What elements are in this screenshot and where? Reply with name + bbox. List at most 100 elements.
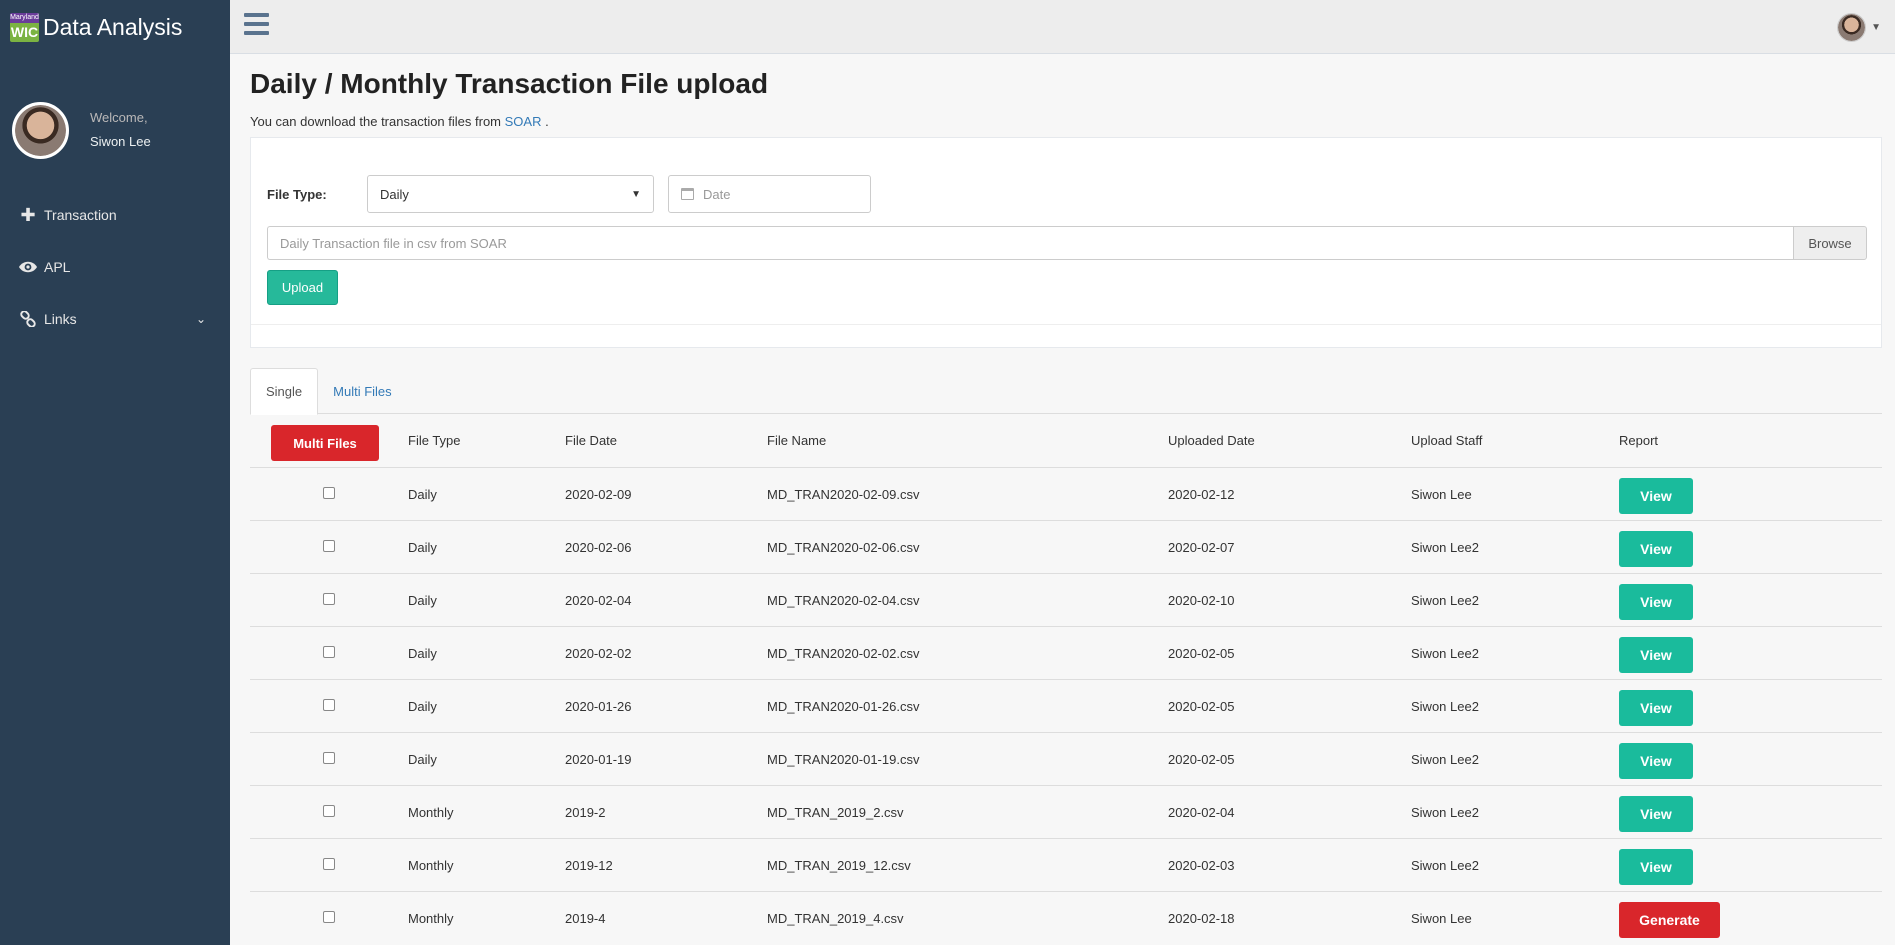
cell-file-name: MD_TRAN2020-02-04.csv bbox=[767, 572, 1168, 626]
cell-file-date: 2020-02-09 bbox=[565, 466, 767, 520]
table-row: Daily 2020-02-06 MD_TRAN2020-02-06.csv 2020… bbox=[250, 519, 1882, 573]
panel-divider bbox=[251, 324, 1881, 325]
welcome-text: Welcome, bbox=[90, 110, 148, 125]
sidebar: Maryland WIC Data Analysis Welcome, Siwo… bbox=[0, 0, 230, 945]
tab-bar: Single Multi Files bbox=[250, 368, 1882, 415]
wic-logo: Maryland WIC bbox=[10, 12, 39, 42]
file-type-select[interactable]: Daily ▼ bbox=[367, 175, 654, 213]
cell-upload-staff: Siwon Lee2 bbox=[1411, 625, 1619, 679]
browse-button[interactable]: Browse bbox=[1793, 226, 1867, 260]
cell-file-date: 2020-01-19 bbox=[565, 731, 767, 785]
cell-upload-staff: Siwon Lee2 bbox=[1411, 731, 1619, 785]
view-button[interactable]: View bbox=[1619, 530, 1693, 567]
cell-file-name: MD_TRAN2020-01-26.csv bbox=[767, 678, 1168, 732]
cell-file-type: Monthly bbox=[408, 890, 565, 944]
view-button[interactable]: View bbox=[1619, 795, 1693, 832]
menu-toggle-icon[interactable] bbox=[244, 13, 269, 37]
cell-upload-staff: Siwon Lee2 bbox=[1411, 678, 1619, 732]
row-checkbox[interactable] bbox=[323, 698, 335, 711]
cell-file-name: MD_TRAN_2019_2.csv bbox=[767, 784, 1168, 838]
cell-uploaded-date: 2020-02-10 bbox=[1168, 572, 1411, 626]
cell-file-type: Monthly bbox=[408, 784, 565, 838]
cell-file-date: 2020-02-02 bbox=[565, 625, 767, 679]
page-subtitle: You can download the transaction files f… bbox=[250, 114, 1882, 129]
cell-file-name: MD_TRAN_2019_12.csv bbox=[767, 837, 1168, 891]
table-row: Monthly 2019-12 MD_TRAN_2019_12.csv 2020-02… bbox=[250, 837, 1882, 891]
sidebar-item-apl[interactable]: APL bbox=[0, 241, 230, 293]
column-header: File Date bbox=[565, 432, 618, 448]
cell-file-date: 2020-02-04 bbox=[565, 572, 767, 626]
file-type-value: Daily bbox=[380, 186, 409, 202]
view-button[interactable]: View bbox=[1619, 477, 1693, 514]
date-input[interactable]: Date bbox=[668, 175, 871, 213]
row-checkbox[interactable] bbox=[323, 539, 335, 552]
view-button[interactable]: View bbox=[1619, 636, 1693, 673]
caret-down-icon: ▼ bbox=[631, 188, 641, 200]
chevron-down-icon: ⌄ bbox=[195, 312, 206, 326]
sidebar-item-links[interactable]: Links ⌄ bbox=[0, 293, 230, 345]
table-header-row: Multi Files File Type File Date File Nam… bbox=[250, 414, 1882, 467]
user-menu[interactable]: ▼ bbox=[1837, 13, 1881, 42]
cell-upload-staff: Siwon Lee2 bbox=[1411, 784, 1619, 838]
link-icon bbox=[18, 311, 38, 327]
tab-multi-files[interactable]: Multi Files bbox=[318, 368, 407, 415]
table-body: Daily 2020-02-09 MD_TRAN2020-02-09.csv 2020… bbox=[250, 466, 1882, 944]
view-button[interactable]: View bbox=[1619, 848, 1693, 885]
cell-upload-staff: Siwon Lee2 bbox=[1411, 519, 1619, 573]
app-title: Data Analysis bbox=[43, 13, 183, 40]
cell-uploaded-date: 2020-02-12 bbox=[1168, 466, 1411, 520]
table-row: Daily 2020-02-09 MD_TRAN2020-02-09.csv 2020… bbox=[250, 466, 1882, 520]
generate-button[interactable]: Generate bbox=[1619, 901, 1720, 938]
logo-bottom-text: WIC bbox=[10, 22, 39, 42]
cell-file-name: MD_TRAN2020-02-02.csv bbox=[767, 625, 1168, 679]
cell-upload-staff: Siwon Lee2 bbox=[1411, 837, 1619, 891]
file-path-input[interactable]: Daily Transaction file in csv from SOAR bbox=[267, 226, 1793, 260]
table-row: Daily 2020-02-04 MD_TRAN2020-02-04.csv 2020… bbox=[250, 572, 1882, 626]
cell-file-date: 2020-01-26 bbox=[565, 678, 767, 732]
logo-top-text: Maryland bbox=[10, 12, 39, 23]
files-table: Multi Files File Type File Date File Nam… bbox=[250, 414, 1882, 944]
avatar bbox=[12, 101, 69, 159]
row-checkbox[interactable] bbox=[323, 486, 335, 499]
soar-link[interactable]: SOAR bbox=[505, 114, 542, 129]
row-checkbox[interactable] bbox=[323, 751, 335, 764]
table-row: Daily 2020-01-26 MD_TRAN2020-01-26.csv 2020… bbox=[250, 678, 1882, 732]
view-button[interactable]: View bbox=[1619, 689, 1693, 726]
cell-file-type: Daily bbox=[408, 519, 565, 573]
main-content: Daily / Monthly Transaction File upload … bbox=[250, 54, 1882, 944]
table-row: Daily 2020-01-19 MD_TRAN2020-01-19.csv 2020… bbox=[250, 731, 1882, 785]
column-header: Report bbox=[1619, 432, 1659, 448]
sidebar-menu: ✚ Transaction APL Links ⌄ bbox=[0, 189, 230, 345]
cell-uploaded-date: 2020-02-03 bbox=[1168, 837, 1411, 891]
view-button[interactable]: View bbox=[1619, 742, 1693, 779]
cell-file-name: MD_TRAN2020-02-06.csv bbox=[767, 519, 1168, 573]
multi-files-button[interactable]: Multi Files bbox=[271, 425, 379, 462]
row-checkbox[interactable] bbox=[323, 645, 335, 658]
upload-panel: File Type: Daily ▼ Date Daily Transactio… bbox=[250, 137, 1882, 348]
table-row: Daily 2020-02-02 MD_TRAN2020-02-02.csv 2020… bbox=[250, 625, 1882, 679]
brand[interactable]: Maryland WIC Data Analysis bbox=[0, 0, 230, 54]
sidebar-item-transaction[interactable]: ✚ Transaction bbox=[0, 189, 230, 241]
calendar-icon bbox=[681, 188, 694, 200]
subtitle-suffix: . bbox=[545, 114, 549, 129]
profile-name: Siwon Lee bbox=[90, 134, 151, 149]
view-button[interactable]: View bbox=[1619, 583, 1693, 620]
cell-file-name: MD_TRAN2020-01-19.csv bbox=[767, 731, 1168, 785]
upload-button[interactable]: Upload bbox=[267, 270, 338, 305]
column-header: File Name bbox=[767, 432, 827, 448]
cell-file-date: 2019-4 bbox=[565, 890, 767, 944]
row-checkbox[interactable] bbox=[323, 804, 335, 817]
row-checkbox[interactable] bbox=[323, 910, 335, 923]
cell-file-date: 2019-2 bbox=[565, 784, 767, 838]
tab-single[interactable]: Single bbox=[250, 368, 319, 415]
profile: Welcome, Siwon Lee bbox=[0, 54, 230, 184]
cell-uploaded-date: 2020-02-05 bbox=[1168, 731, 1411, 785]
cell-uploaded-date: 2020-02-18 bbox=[1168, 890, 1411, 944]
row-checkbox[interactable] bbox=[323, 592, 335, 605]
row-checkbox[interactable] bbox=[323, 857, 335, 870]
sidebar-item-label: Transaction bbox=[44, 207, 117, 223]
top-nav: ▼ bbox=[230, 0, 1895, 54]
cell-uploaded-date: 2020-02-05 bbox=[1168, 625, 1411, 679]
file-placeholder: Daily Transaction file in csv from SOAR bbox=[280, 235, 507, 251]
cell-upload-staff: Siwon Lee2 bbox=[1411, 572, 1619, 626]
